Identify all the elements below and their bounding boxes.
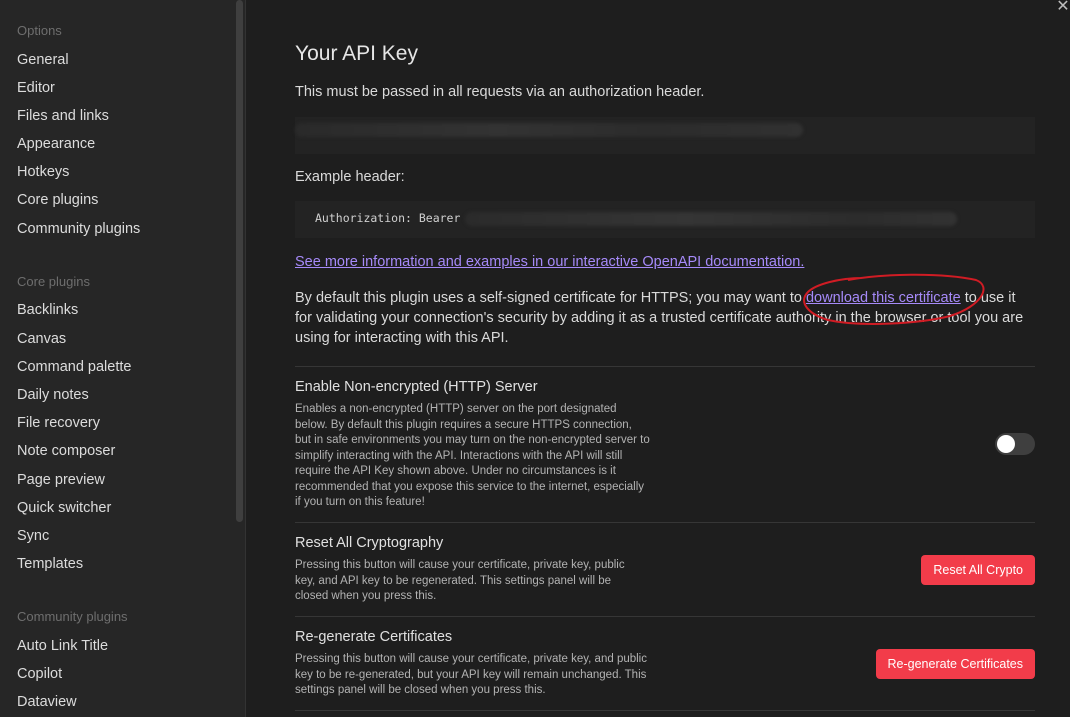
sidebar-item-files-and-links[interactable]: Files and links xyxy=(17,108,109,124)
certificate-paragraph: By default this plugin uses a self-signe… xyxy=(295,288,1035,348)
setting-desc-regenerate-certificates: Pressing this button will cause your cer… xyxy=(295,653,647,696)
setting-name-http-server: Enable Non-encrypted (HTTP) Server xyxy=(295,379,538,395)
regenerate-certificates-button[interactable]: Re-generate Certificates xyxy=(875,649,1035,679)
sidebar-list: Options General Editor Files and links A… xyxy=(0,0,234,717)
sidebar-item-general[interactable]: General xyxy=(17,52,69,68)
divider xyxy=(295,710,1035,711)
reset-all-crypto-button[interactable]: Reset All Crypto xyxy=(921,555,1035,585)
setting-desc-reset-crypto: Pressing this button will cause your cer… xyxy=(295,559,625,602)
sidebar-item-editor[interactable]: Editor xyxy=(17,80,55,96)
sidebar-item-community-plugins[interactable]: Community plugins xyxy=(17,221,140,237)
sidebar-item-copilot[interactable]: Copilot xyxy=(17,666,62,682)
sidebar-item-appearance[interactable]: Appearance xyxy=(17,136,95,152)
http-server-toggle[interactable] xyxy=(995,433,1035,455)
redacted-api-key xyxy=(295,123,803,137)
close-icon[interactable]: ✕ xyxy=(1056,0,1070,15)
api-key-field[interactable] xyxy=(295,117,1035,154)
example-header-code[interactable]: Authorization: Bearer xyxy=(295,201,1035,238)
sidebar-item-command-palette[interactable]: Command palette xyxy=(17,359,131,375)
divider xyxy=(295,366,1035,367)
sidebar-scrollbar-thumb[interactable] xyxy=(236,0,243,522)
sidebar-item-sync[interactable]: Sync xyxy=(17,528,49,544)
section-header-community-plugins: Community plugins xyxy=(17,609,128,624)
sidebar-item-daily-notes[interactable]: Daily notes xyxy=(17,387,89,403)
settings-content: ✕ Your API Key This must be passed in al… xyxy=(247,0,1070,717)
certificate-text-before: By default this plugin uses a self-signe… xyxy=(295,290,806,306)
example-header-label: Example header: xyxy=(295,169,405,185)
sidebar-item-page-preview[interactable]: Page preview xyxy=(17,472,105,488)
sidebar-item-auto-link-title[interactable]: Auto Link Title xyxy=(17,638,108,654)
section-header-options: Options xyxy=(17,23,62,38)
openapi-docs-link[interactable]: See more information and examples in our… xyxy=(295,254,804,270)
sidebar-item-templates[interactable]: Templates xyxy=(17,556,83,572)
setting-name-regenerate-certificates: Re-generate Certificates xyxy=(295,629,453,645)
sidebar-item-quick-switcher[interactable]: Quick switcher xyxy=(17,500,111,516)
sidebar-item-file-recovery[interactable]: File recovery xyxy=(17,415,100,431)
sidebar-item-hotkeys[interactable]: Hotkeys xyxy=(17,164,69,180)
page-title: Your API Key xyxy=(295,42,418,65)
code-authorization-text: Authorization: Bearer xyxy=(315,211,461,225)
sidebar-item-core-plugins[interactable]: Core plugins xyxy=(17,192,98,208)
sidebar-item-backlinks[interactable]: Backlinks xyxy=(17,302,78,318)
setting-desc-http-server: Enables a non-encrypted (HTTP) server on… xyxy=(295,403,650,508)
toggle-knob xyxy=(997,435,1015,453)
settings-sidebar: Options General Editor Files and links A… xyxy=(0,0,246,717)
api-key-description: This must be passed in all requests via … xyxy=(295,84,705,100)
section-header-core-plugins: Core plugins xyxy=(17,274,90,289)
sidebar-item-canvas[interactable]: Canvas xyxy=(17,331,66,347)
divider xyxy=(295,616,1035,617)
redacted-bearer-token xyxy=(465,212,957,226)
sidebar-item-dataview[interactable]: Dataview xyxy=(17,694,77,710)
sidebar-item-note-composer[interactable]: Note composer xyxy=(17,443,115,459)
download-certificate-link[interactable]: download this certificate xyxy=(806,290,961,306)
divider xyxy=(295,522,1035,523)
setting-name-reset-crypto: Reset All Cryptography xyxy=(295,535,444,551)
